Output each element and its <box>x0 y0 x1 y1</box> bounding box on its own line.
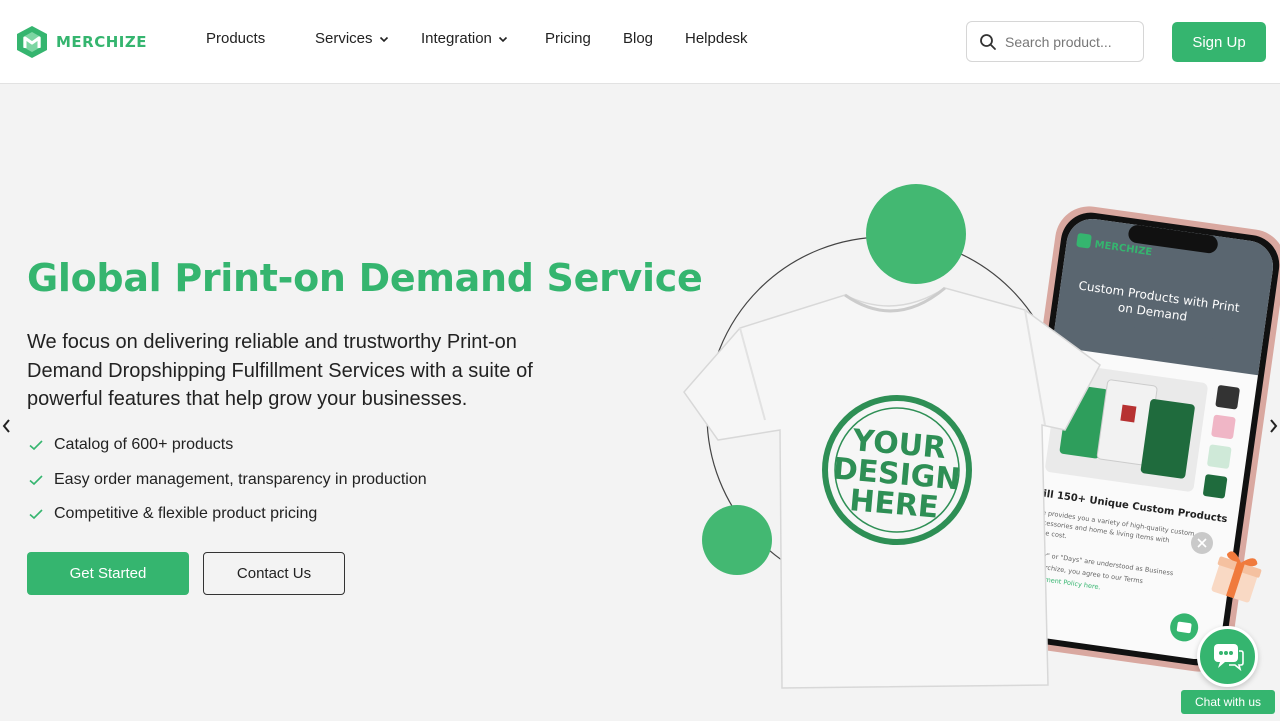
site-header: MERCHIZE Products Services Integration P… <box>0 0 1280 84</box>
feature-item: Easy order management, transparency in p… <box>28 471 427 489</box>
nav-products-label: Products <box>206 30 266 47</box>
search-input[interactable] <box>1005 33 1125 50</box>
nav-blog[interactable]: Blog <box>623 30 653 47</box>
nav-integration-label: Integration <box>421 30 492 47</box>
nav-services-label: Services <box>315 30 373 47</box>
feature-item: Competitive & flexible product pricing <box>28 505 317 523</box>
search-icon <box>980 33 996 50</box>
feature-item: Catalog of 600+ products <box>28 436 233 454</box>
nav-helpdesk-label: Helpdesk <box>685 30 748 47</box>
logo-text: MERCHIZE <box>56 33 147 51</box>
nav-integration[interactable]: Integration <box>421 30 508 47</box>
search-box[interactable] <box>966 21 1144 62</box>
nav-helpdesk[interactable]: Helpdesk <box>685 30 748 47</box>
nav-blog-label: Blog <box>623 30 654 47</box>
hero-description: We focus on delivering reliable and trus… <box>27 331 533 410</box>
nav-pricing[interactable]: Pricing <box>545 30 591 47</box>
feature-text: Catalog of 600+ products <box>54 436 234 453</box>
check-icon <box>29 475 43 486</box>
decor-circle-large <box>866 184 966 284</box>
tshirt-mockup: YOUR DESIGN HERE <box>683 286 1101 689</box>
hero-illustration: MERCHIZE Custom Products with Print on D… <box>683 184 1280 689</box>
chat-icon <box>1213 643 1244 671</box>
feature-text: Easy order management, transparency in p… <box>54 471 427 488</box>
carousel-prev-arrow-icon[interactable] <box>0 416 14 436</box>
check-icon <box>29 509 43 520</box>
merchize-logo-icon <box>17 26 47 58</box>
nav-services[interactable]: Services <box>315 30 389 47</box>
feature-text: Competitive & flexible product pricing <box>54 505 318 522</box>
chevron-down-icon <box>379 36 388 42</box>
gift-icon[interactable] <box>1206 544 1266 606</box>
nav-pricing-label: Pricing <box>545 30 591 47</box>
hero-title: Global Print-on Demand Service <box>27 256 703 300</box>
chevron-down-icon <box>498 36 507 42</box>
chat-with-us-label[interactable]: Chat with us <box>1181 690 1275 714</box>
decor-circle-small <box>702 505 772 575</box>
nav-products[interactable]: Products <box>206 30 265 47</box>
check-icon <box>29 440 43 451</box>
chat-button[interactable] <box>1197 626 1258 687</box>
get-started-button[interactable]: Get Started <box>27 552 189 595</box>
sign-up-button[interactable]: Sign Up <box>1172 22 1266 62</box>
contact-us-button[interactable]: Contact Us <box>203 552 345 595</box>
merchize-logo[interactable]: MERCHIZE <box>14 24 147 60</box>
